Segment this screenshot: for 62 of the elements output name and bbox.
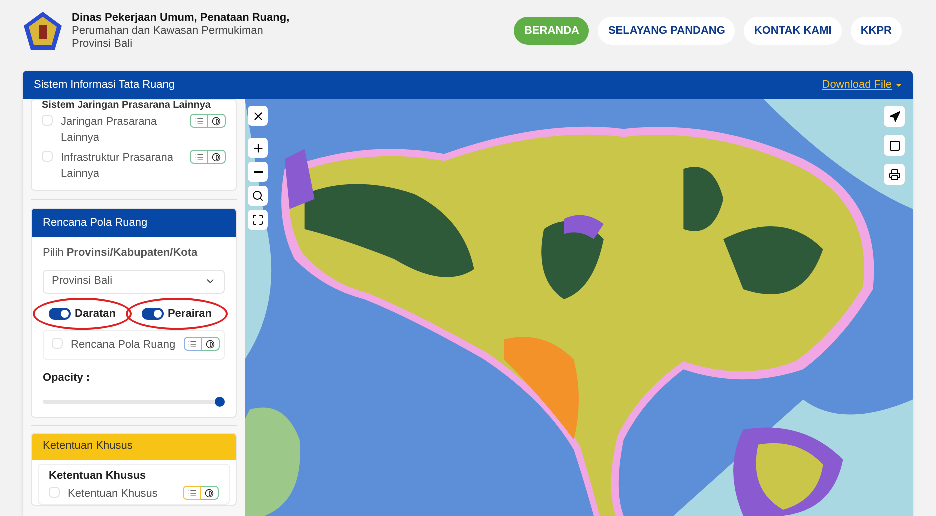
locate-button[interactable] (884, 106, 905, 127)
square-button[interactable] (884, 135, 905, 156)
download-link[interactable]: Download File (822, 76, 902, 94)
section-title: Rencana Pola Ruang (43, 216, 148, 231)
agency-subtitle: Provinsi Bali (72, 38, 134, 50)
opacity-button[interactable] (201, 486, 219, 500)
layer-label: Ketentuan Khusus (68, 487, 159, 502)
printer-icon (888, 168, 900, 180)
group-heading: Ketentuan Khusus (49, 468, 148, 484)
opacity-button[interactable] (208, 150, 226, 164)
list-icon (188, 340, 198, 348)
agency-subtitle: Perumahan dan Kawasan Permukiman (72, 24, 264, 38)
nav-tab[interactable]: KONTAK KAMI (744, 17, 842, 45)
checkbox[interactable] (52, 338, 63, 349)
layer-label: Infrastruktur Prasarana Lainnya (61, 151, 174, 182)
search-icon (252, 190, 264, 202)
section-title: Ketentuan Khusus (43, 439, 133, 454)
legend-button[interactable] (190, 114, 208, 128)
square-icon (888, 140, 900, 152)
opacity-slider[interactable] (43, 396, 225, 406)
panel-title: Sistem Informasi Tata Ruang (34, 78, 176, 93)
layer-label: Jaringan Prasarana Lainnya (61, 115, 158, 146)
nav-tab[interactable]: SELAYANG PANDANG (598, 17, 736, 45)
contrast-icon (206, 340, 215, 348)
contrast-icon (205, 488, 214, 498)
search-button[interactable] (248, 186, 268, 206)
contrast-icon (212, 116, 221, 126)
opacity-button[interactable] (202, 337, 220, 351)
agency-title: Dinas Pekerjaan Umum, Penataan Ruang, (72, 12, 290, 24)
close-button[interactable] (248, 106, 268, 126)
emblem-icon (22, 10, 64, 52)
minus-icon (254, 171, 262, 173)
legend-button[interactable] (183, 486, 201, 500)
print-button[interactable] (884, 164, 905, 185)
legend-button[interactable] (184, 337, 202, 351)
checkbox[interactable] (42, 115, 53, 126)
checkbox[interactable] (49, 487, 60, 498)
toggle-switch[interactable] (142, 308, 164, 320)
toggle-label: Daratan (75, 306, 116, 322)
group-heading: Sistem Jaringan Prasarana Lainnya (42, 100, 212, 112)
fullscreen-icon (252, 214, 264, 226)
close-icon (252, 110, 264, 122)
nav-tab[interactable]: KKPR (850, 17, 902, 45)
list-icon (194, 152, 204, 162)
zoom-in-button[interactable] (248, 138, 268, 158)
toggle-switch[interactable] (49, 308, 71, 320)
contrast-icon (212, 152, 221, 162)
arrow-icon (888, 110, 900, 122)
legend-button[interactable] (190, 150, 208, 164)
plus-icon (252, 142, 264, 154)
opacity-label: Opacity : (43, 371, 92, 386)
zoom-out-button[interactable] (248, 162, 268, 182)
slider-thumb[interactable] (215, 396, 225, 406)
list-icon (194, 116, 204, 126)
fullscreen-button[interactable] (248, 210, 268, 230)
checkbox[interactable] (42, 151, 53, 162)
toggle-label: Perairan (168, 306, 212, 322)
list-icon (188, 488, 196, 498)
layer-label: Rencana Pola Ruang (71, 338, 176, 353)
region-select[interactable]: Provinsi Bali (43, 270, 225, 294)
region-label: Pilih Provinsi/Kabupaten/Kota (43, 246, 199, 261)
opacity-button[interactable] (208, 114, 226, 128)
